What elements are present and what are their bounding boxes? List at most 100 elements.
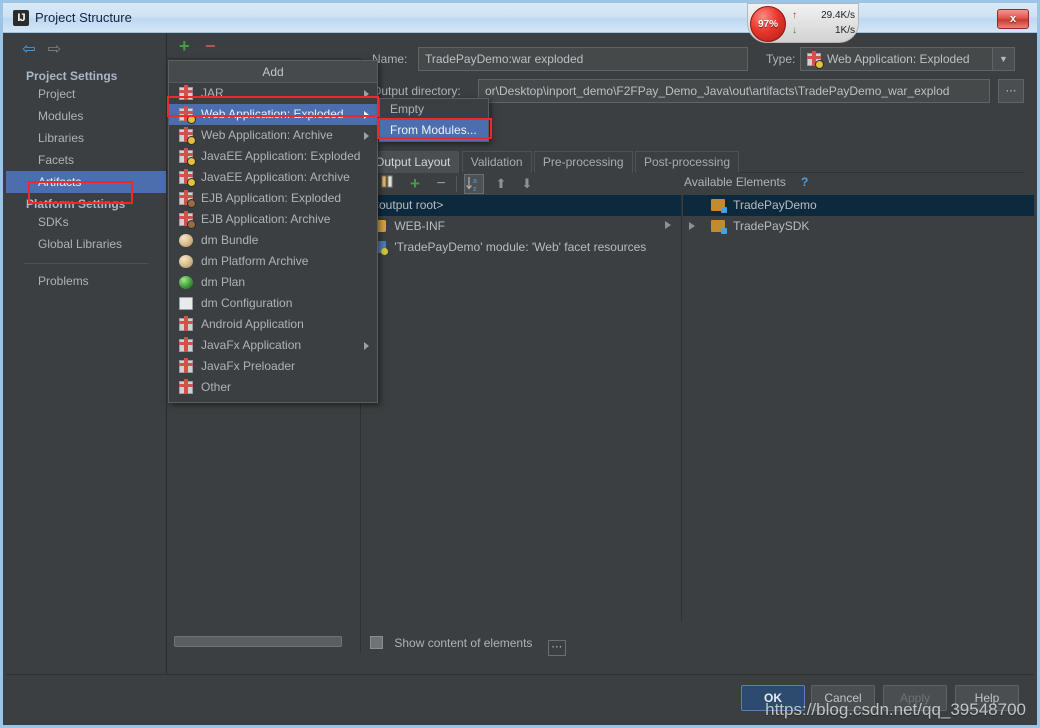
facet-resources-label: 'TradePayDemo' module: 'Web' facet resou… — [394, 240, 647, 254]
module-icon — [711, 220, 727, 234]
artifact-list-hscrollbar[interactable] — [169, 635, 357, 648]
tree-row[interactable]: WEB-INF — [366, 216, 681, 237]
output-layout-tree[interactable]: <output root> WEB-INF 'TradePayDemo' mod… — [366, 195, 682, 622]
submenu-arrow-icon — [364, 342, 369, 350]
add-artifact-button[interactable]: + — [179, 37, 190, 55]
remove-artifact-button[interactable]: − — [205, 37, 216, 55]
menu-item-label: EJB Application: Archive — [201, 212, 331, 226]
tab-pre-processing[interactable]: Pre-processing — [533, 151, 633, 173]
badge-icon — [188, 200, 195, 207]
artifact-list-hscroll-thumb[interactable] — [174, 636, 342, 647]
gift-icon — [179, 85, 193, 100]
gift-icon — [179, 148, 195, 165]
badge-icon — [188, 158, 195, 165]
forward-arrow-icon[interactable]: ⇨ — [43, 41, 65, 59]
download-speed-row: ↓ 1K/s — [792, 23, 858, 38]
tree-row[interactable]: TradePayDemo — [683, 195, 1034, 216]
menu-item-label: JAR — [201, 86, 224, 100]
gift-icon — [179, 379, 193, 394]
available-elements-tree[interactable]: TradePayDemo TradePaySDK — [683, 195, 1034, 622]
tree-row[interactable]: <output root> — [366, 195, 681, 216]
menu-item-label: Web Application: Exploded — [201, 107, 344, 121]
menu-item-dm-bundle[interactable]: dm Bundle — [169, 230, 377, 251]
chevron-down-icon[interactable]: ▼ — [992, 48, 1014, 70]
type-label: Type: — [766, 52, 796, 66]
watermark-text: https://blog.csdn.net/qq_39548700 — [765, 700, 1026, 719]
menu-item-jar[interactable]: JAR — [169, 83, 377, 104]
menu-item-other[interactable]: Other — [169, 377, 377, 398]
sidebar-item-project[interactable]: Project — [6, 83, 166, 105]
tab-post-processing[interactable]: Post-processing — [634, 151, 739, 173]
detail-tabs: Output Layout Validation Pre-processing … — [366, 151, 1024, 173]
menu-item-label: JavaFx Preloader — [201, 359, 296, 373]
menu-item-dm-configuration[interactable]: dm Configuration — [169, 293, 377, 314]
sidebar-item-problems[interactable]: Problems — [6, 270, 166, 292]
web-application-exploded-icon — [807, 51, 823, 68]
artifact-name-input[interactable]: TradePayDemo:war exploded — [418, 47, 748, 71]
web-application-exploded-submenu[interactable]: Empty From Modules... — [379, 98, 489, 142]
output-directory-input[interactable]: or\Desktop\inport_demo\F2FPay_Demo_Java\… — [478, 79, 990, 103]
menu-item-ejb-application-archive[interactable]: EJB Application: Archive — [169, 209, 377, 230]
gift-icon — [179, 358, 193, 373]
sidebar-item-sdks[interactable]: SDKs — [6, 211, 166, 233]
back-arrow-icon[interactable]: ⇦ — [18, 41, 40, 59]
chevron-right-icon[interactable] — [689, 222, 695, 230]
network-speed-widget[interactable]: 97% ↑ 29.4K/s ↓ 1K/s — [747, 3, 859, 43]
add-element-button[interactable]: + — [406, 175, 424, 193]
tab-validation[interactable]: Validation — [461, 151, 532, 173]
sidebar-group-platform-settings: Platform Settings — [26, 197, 126, 211]
remove-element-button[interactable]: − — [432, 175, 450, 193]
gift-icon — [179, 211, 195, 228]
sidebar-item-artifacts[interactable]: Artifacts — [6, 171, 166, 193]
menu-item-label: Android Application — [201, 317, 304, 331]
help-icon[interactable]: ? — [801, 175, 808, 189]
show-content-checkbox[interactable] — [370, 636, 383, 649]
show-content-more-button[interactable]: ⋯ — [547, 640, 566, 656]
network-speed-rows: ↑ 29.4K/s ↓ 1K/s — [792, 8, 858, 38]
add-artifact-menu[interactable]: Add JAR Web Application: Exploded Web Ap… — [168, 60, 378, 403]
sidebar-item-libraries[interactable]: Libraries — [6, 127, 166, 149]
menu-item-javaee-application-exploded[interactable]: JavaEE Application: Exploded — [169, 146, 377, 167]
window-title: Project Structure — [35, 10, 132, 25]
menu-item-javafx-application[interactable]: JavaFx Application — [169, 335, 377, 356]
submenu-item-empty[interactable]: Empty — [380, 99, 488, 120]
menu-item-web-application-exploded[interactable]: Web Application: Exploded — [169, 104, 377, 125]
sort-az-icon[interactable]: a z — [464, 174, 484, 194]
upload-speed-value: 29.4K/s — [821, 10, 855, 21]
badge-icon — [188, 116, 195, 123]
globe-icon — [179, 276, 193, 289]
tab-output-layout[interactable]: Output Layout — [366, 151, 460, 173]
tree-row[interactable]: TradePaySDK — [683, 216, 1034, 237]
gift-icon — [179, 190, 195, 207]
window-frame: IJ Project Structure x ⇦ ⇨ Project Setti… — [0, 0, 1040, 728]
submenu-item-from-modules[interactable]: From Modules... — [380, 120, 488, 141]
artifact-type-combo[interactable]: Web Application: Exploded ▼ — [800, 47, 1015, 71]
tree-row[interactable]: 'TradePayDemo' module: 'Web' facet resou… — [366, 237, 681, 258]
close-window-button[interactable]: x — [997, 9, 1029, 29]
menu-item-label: JavaFx Application — [201, 338, 302, 352]
move-down-button[interactable]: ⬇ — [518, 175, 536, 193]
sidebar-item-facets[interactable]: Facets — [6, 149, 166, 171]
arrow-up-icon: ↑ — [792, 10, 797, 21]
move-up-button[interactable]: ⬆ — [492, 175, 510, 193]
menu-item-dm-plan[interactable]: dm Plan — [169, 272, 377, 293]
available-module-label: TradePayDemo — [733, 198, 817, 212]
browse-output-directory-button[interactable]: ⋯ — [998, 79, 1024, 103]
menu-item-ejb-application-exploded[interactable]: EJB Application: Exploded — [169, 188, 377, 209]
sidebar-item-modules[interactable]: Modules — [6, 105, 166, 127]
columns-icon[interactable] — [378, 175, 396, 193]
submenu-item-label: Empty — [390, 102, 425, 116]
menu-item-javaee-application-archive[interactable]: JavaEE Application: Archive — [169, 167, 377, 188]
menu-item-javafx-preloader[interactable]: JavaFx Preloader — [169, 356, 377, 377]
gift-icon — [179, 106, 195, 123]
sidebar-item-global-libraries[interactable]: Global Libraries — [6, 233, 166, 255]
menu-item-dm-platform-archive[interactable]: dm Platform Archive — [169, 251, 377, 272]
chevron-right-icon[interactable] — [665, 221, 671, 229]
menu-item-web-application-archive[interactable]: Web Application: Archive — [169, 125, 377, 146]
sidebar-group-project-settings: Project Settings — [26, 69, 118, 83]
download-speed-value: 1K/s — [834, 25, 855, 36]
gift-icon — [179, 169, 195, 186]
menu-item-label: JavaEE Application: Archive — [201, 170, 350, 184]
output-root-label: <output root> — [372, 198, 444, 212]
menu-item-android-application[interactable]: Android Application — [169, 314, 377, 335]
